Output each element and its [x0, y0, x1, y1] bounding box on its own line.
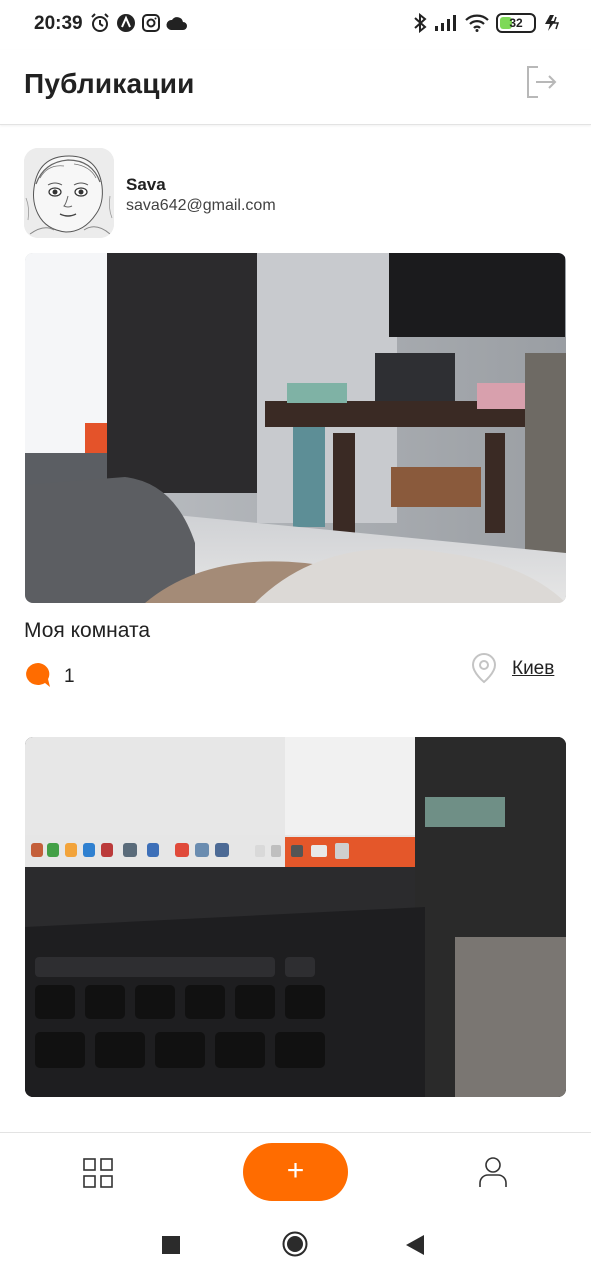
logout-button[interactable] — [524, 64, 558, 100]
map-pin-icon — [471, 652, 497, 684]
page-title: Публикации — [24, 68, 195, 99]
status-bar: 20:39 32 — [0, 0, 591, 50]
bottom-tab-bar: + — [0, 1132, 591, 1210]
battery-icon: 32 — [496, 13, 536, 33]
comments-button[interactable]: 1 — [24, 661, 94, 691]
bluetooth-icon — [414, 13, 427, 33]
location-label: Киев — [512, 658, 555, 679]
battery-level: 32 — [509, 16, 523, 30]
back-button[interactable] — [405, 1234, 425, 1261]
signal-icon — [435, 15, 456, 31]
home-button[interactable] — [282, 1231, 308, 1262]
alarm-icon — [91, 13, 109, 32]
app-header: Публикации — [0, 50, 591, 125]
status-notification-icons — [90, 13, 188, 33]
user-email: sava642@gmail.com — [126, 197, 276, 214]
nav-a-icon — [117, 14, 135, 32]
comment-count: 1 — [64, 666, 75, 687]
system-navigation-bar — [0, 1210, 591, 1280]
status-time: 20:39 — [34, 13, 83, 34]
instagram-icon — [142, 14, 160, 32]
status-system-icons: 32 — [413, 13, 561, 33]
charging-icon — [545, 15, 560, 31]
comment-icon — [26, 663, 50, 687]
tab-posts[interactable] — [82, 1157, 114, 1189]
home-circle-icon — [282, 1231, 308, 1257]
plus-icon: + — [286, 1154, 305, 1187]
create-post-button[interactable]: + — [243, 1143, 348, 1201]
user-icon — [479, 1157, 507, 1187]
cloud-icon — [166, 17, 187, 30]
wifi-icon — [465, 14, 489, 32]
recent-apps-button[interactable] — [162, 1236, 180, 1259]
tab-profile[interactable] — [478, 1155, 508, 1189]
back-triangle-icon — [406, 1235, 424, 1255]
grid-icon — [83, 1158, 113, 1188]
user-name: Sava — [126, 175, 166, 194]
location-link[interactable]: Киев — [470, 652, 568, 686]
post-photo[interactable] — [25, 253, 566, 603]
app-screen: 20:39 32 Публикации Sava sava642@gmail.c… — [0, 0, 591, 1280]
post-photo[interactable] — [25, 737, 566, 1097]
user-info: Sava sava642@gmail.com — [24, 148, 564, 240]
post-title: Моя комната — [24, 619, 151, 642]
avatar — [24, 148, 114, 238]
posts-feed[interactable]: Sava sava642@gmail.com Моя комната 1 Кие… — [0, 126, 591, 1132]
square-icon — [162, 1236, 180, 1254]
logout-icon — [527, 66, 557, 98]
